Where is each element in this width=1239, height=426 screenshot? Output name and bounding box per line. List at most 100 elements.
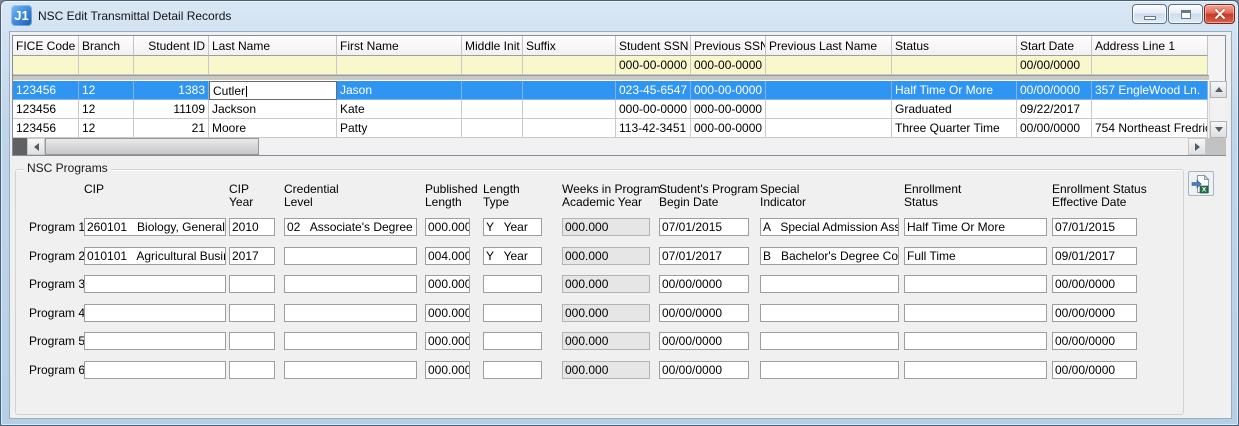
column-header-first-name[interactable]: First Name	[337, 36, 462, 56]
scroll-left-button[interactable]	[27, 138, 45, 155]
filter-cell[interactable]	[13, 56, 79, 75]
cip-field[interactable]: 010101 Agricultural Business	[84, 247, 226, 265]
program-begin-date-field[interactable]: 00/00/0000	[659, 332, 749, 350]
enrollment-status-field[interactable]	[904, 304, 1047, 322]
scroll-down-button[interactable]	[1210, 121, 1227, 138]
cip-field[interactable]	[84, 332, 226, 350]
cell[interactable]: Three Quarter Time	[892, 119, 1017, 138]
restore-button[interactable]	[1168, 4, 1203, 24]
cell[interactable]: 12	[79, 100, 134, 119]
filter-cell[interactable]	[462, 56, 523, 75]
enrollment-effective-date-field[interactable]: 09/01/2017	[1052, 247, 1137, 265]
scrollbar-track[interactable]	[259, 138, 1188, 155]
cell[interactable]: Kate	[337, 100, 462, 119]
cell[interactable]: 000-00-0000	[616, 100, 691, 119]
program-begin-date-field[interactable]: 00/00/0000	[659, 304, 749, 322]
horizontal-scrollbar[interactable]	[13, 138, 1226, 155]
cip-field[interactable]: 260101 Biology, General	[84, 218, 226, 236]
program-begin-date-field[interactable]: 00/00/0000	[659, 361, 749, 379]
cell[interactable]: Jason	[337, 81, 462, 100]
filter-cell[interactable]	[766, 56, 892, 75]
length-type-field[interactable]	[483, 332, 542, 350]
filter-cell[interactable]: 00/00/0000	[1017, 56, 1092, 75]
enrollment-status-field[interactable]: Full Time	[904, 247, 1047, 265]
cell[interactable]	[523, 100, 616, 119]
enrollment-effective-date-field[interactable]: 00/00/0000	[1052, 332, 1137, 350]
column-header-branch[interactable]: Branch	[79, 36, 134, 56]
length-type-field[interactable]: Y Year	[483, 218, 542, 236]
cell[interactable]: 00/00/0000	[1017, 119, 1092, 138]
enrollment-effective-date-field[interactable]: 00/00/0000	[1052, 275, 1137, 293]
grid-filter-row[interactable]: 000-00-0000 000-00-0000 00/00/0000	[13, 56, 1209, 75]
credential-level-field[interactable]	[284, 332, 417, 350]
cip-field[interactable]	[84, 304, 226, 322]
published-length-field[interactable]: 000.000	[425, 218, 470, 236]
column-header-student-id[interactable]: Student ID	[134, 36, 209, 56]
published-length-field[interactable]: 000.000	[425, 275, 470, 293]
cell[interactable]	[462, 119, 523, 138]
cip-year-field[interactable]	[229, 361, 275, 379]
cell[interactable]: Moore	[209, 119, 337, 138]
enrollment-status-field[interactable]	[904, 275, 1047, 293]
cip-year-field[interactable]	[229, 304, 275, 322]
cell[interactable]: Patty	[337, 119, 462, 138]
filter-cell[interactable]: 000-00-0000	[691, 56, 766, 75]
special-indicator-field[interactable]	[760, 361, 899, 379]
cell[interactable]: 11109	[134, 100, 209, 119]
cell[interactable]	[462, 100, 523, 119]
cell[interactable]: 09/22/2017	[1017, 100, 1092, 119]
scroll-right-button[interactable]	[1188, 138, 1206, 155]
cell[interactable]: 113-42-3451	[616, 119, 691, 138]
published-length-field[interactable]: 000.000	[425, 332, 470, 350]
cell[interactable]: 00/00/0000	[1017, 81, 1092, 100]
enrollment-effective-date-field[interactable]: 07/01/2015	[1052, 218, 1137, 236]
cell[interactable]	[1092, 100, 1208, 119]
cell[interactable]: 023-45-6547	[616, 81, 691, 100]
scroll-up-button[interactable]	[1210, 81, 1227, 98]
column-header-fice-code[interactable]: FICE Code	[13, 36, 79, 56]
titlebar[interactable]: J1 NSC Edit Transmittal Detail Records	[1, 1, 1238, 31]
enrollment-status-field[interactable]	[904, 332, 1047, 350]
credential-level-field[interactable]	[284, 275, 417, 293]
minimize-button[interactable]	[1132, 4, 1167, 24]
filter-cell[interactable]	[134, 56, 209, 75]
credential-level-field[interactable]	[284, 361, 417, 379]
cell[interactable]: 12	[79, 119, 134, 138]
column-header-suffix[interactable]: Suffix	[523, 36, 616, 56]
enrollment-effective-date-field[interactable]: 00/00/0000	[1052, 304, 1137, 322]
cell[interactable]: 123456	[13, 119, 79, 138]
cell[interactable]: 12	[79, 81, 134, 100]
length-type-field[interactable]	[483, 275, 542, 293]
column-header-previous-last-name[interactable]: Previous Last Name	[766, 36, 892, 56]
published-length-field[interactable]: 004.000	[425, 247, 470, 265]
filter-cell[interactable]	[523, 56, 616, 75]
grid-row[interactable]: 123456 12 11109 Jackson Kate 000-00-0000…	[13, 100, 1209, 119]
filter-cell[interactable]	[79, 56, 134, 75]
export-to-excel-button[interactable]: X	[1188, 171, 1214, 196]
special-indicator-field[interactable]: A Special Admission Associa	[760, 218, 899, 236]
special-indicator-field[interactable]: B Bachelor's Degree Compl	[760, 247, 899, 265]
filter-cell[interactable]	[892, 56, 1017, 75]
cell[interactable]: 357 EngleWood Ln.	[1092, 81, 1208, 100]
column-header-last-name[interactable]: Last Name	[209, 36, 337, 56]
enrollment-status-field[interactable]: Half Time Or More	[904, 218, 1047, 236]
cell[interactable]: Graduated	[892, 100, 1017, 119]
scrollbar-thumb[interactable]	[45, 138, 259, 155]
length-type-field[interactable]	[483, 361, 542, 379]
cell[interactable]: 1383	[134, 81, 209, 100]
enrollment-effective-date-field[interactable]: 00/00/0000	[1052, 361, 1137, 379]
column-header-status[interactable]: Status	[892, 36, 1017, 56]
column-header-address-line-1[interactable]: Address Line 1	[1092, 36, 1208, 56]
cip-field[interactable]	[84, 275, 226, 293]
vertical-scrollbar[interactable]	[1209, 81, 1226, 138]
enrollment-status-field[interactable]	[904, 361, 1047, 379]
cell[interactable]	[766, 119, 892, 138]
column-header-start-date[interactable]: Start Date	[1017, 36, 1092, 56]
cell[interactable]	[766, 100, 892, 119]
published-length-field[interactable]: 000.000	[425, 361, 470, 379]
filter-cell[interactable]	[1092, 56, 1208, 75]
credential-level-field[interactable]: 02 Associate's Degree	[284, 218, 417, 236]
filter-cell[interactable]	[209, 56, 337, 75]
cip-field[interactable]	[84, 361, 226, 379]
cip-year-field[interactable]: 2017	[229, 247, 275, 265]
